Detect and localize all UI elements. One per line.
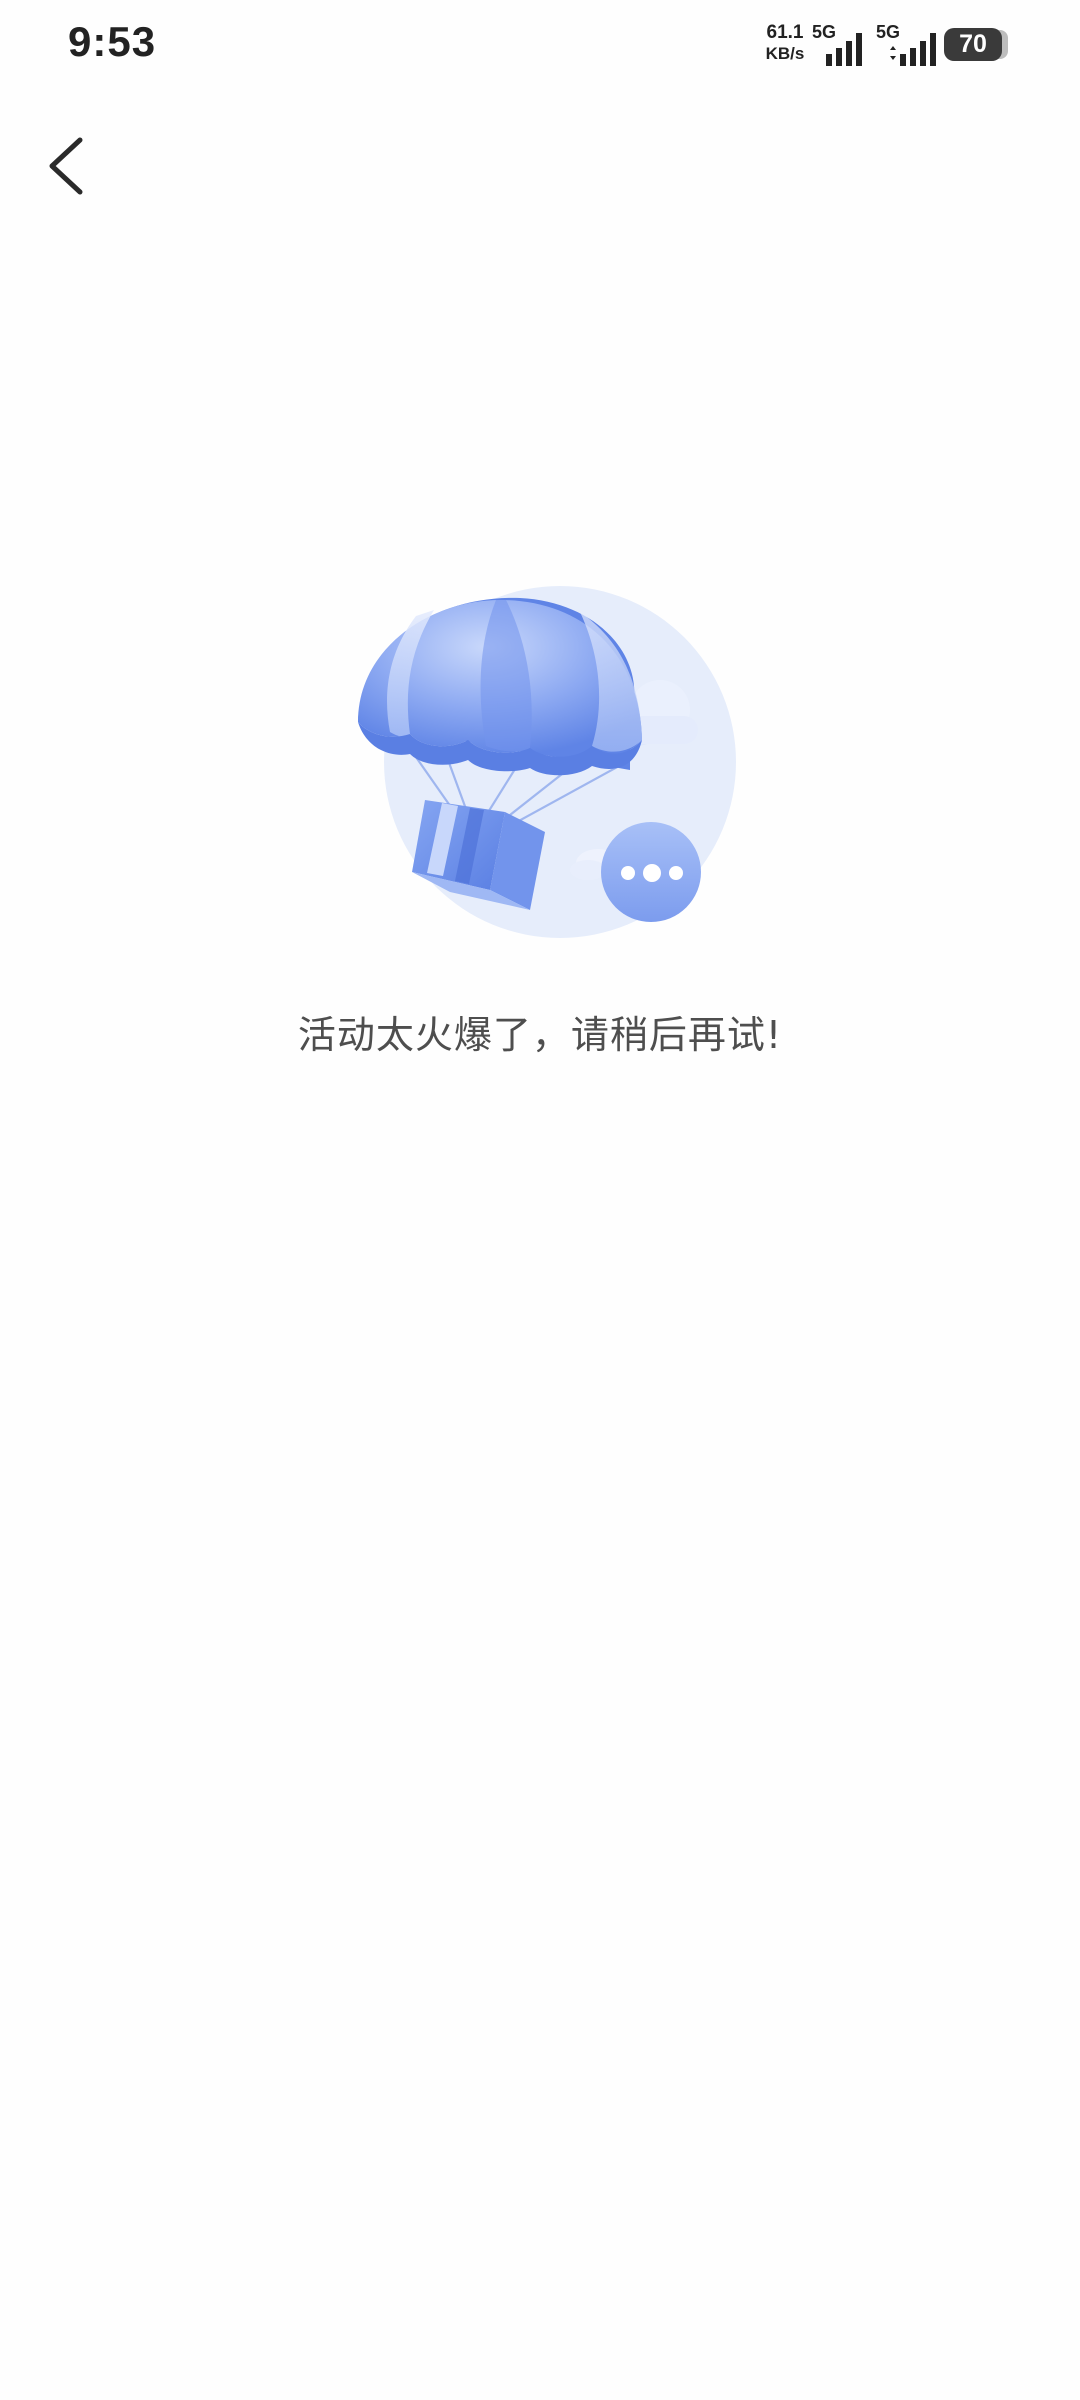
parachute-package-icon: [330, 570, 750, 950]
chevron-left-icon: [49, 137, 83, 195]
network-speed: 61.1 KB/s: [758, 22, 812, 64]
battery-icon: 70: [944, 28, 1002, 61]
status-time: 9:53: [68, 18, 157, 65]
network-speed-unit: KB/s: [765, 44, 805, 63]
chat-bubble-icon: [601, 822, 701, 922]
network-speed-value: 61.1: [766, 22, 804, 43]
back-button[interactable]: [34, 128, 98, 204]
empty-state-message: 活动太火爆了，请稍后再试!: [297, 1013, 783, 1057]
status-bar: 9:53 61.1 KB/s 5G 5G 70: [0, 0, 1080, 90]
